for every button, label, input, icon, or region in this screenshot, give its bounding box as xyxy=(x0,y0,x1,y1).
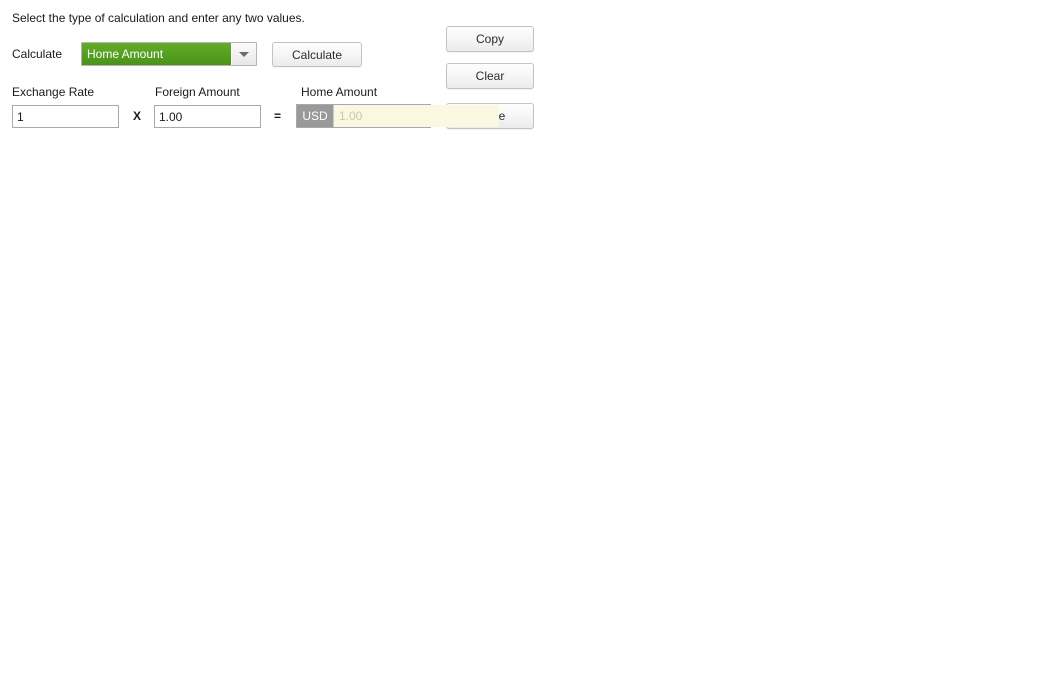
foreign-amount-label: Foreign Amount xyxy=(155,85,240,99)
foreign-amount-input[interactable] xyxy=(154,105,261,128)
exchange-rate-label: Exchange Rate xyxy=(12,85,95,99)
copy-button[interactable]: Copy xyxy=(446,26,534,52)
calculate-type-row: Calculate Home Amount xyxy=(12,42,257,66)
calculate-button[interactable]: Calculate xyxy=(272,42,362,67)
equals-operator: = xyxy=(274,109,282,123)
home-amount-label: Home Amount xyxy=(301,85,378,99)
calculate-label: Calculate xyxy=(12,47,63,61)
clear-button[interactable]: Clear xyxy=(446,63,534,89)
dropdown-toggle-button[interactable] xyxy=(231,43,256,65)
exchange-rate-input[interactable] xyxy=(12,105,119,128)
instruction-text: Select the type of calculation and enter… xyxy=(12,11,305,25)
home-amount-input[interactable] xyxy=(334,105,499,127)
chevron-down-icon xyxy=(239,51,249,57)
home-amount-field[interactable]: USD xyxy=(296,104,499,128)
currency-badge: USD xyxy=(297,105,334,127)
calculation-type-dropdown[interactable]: Home Amount xyxy=(81,42,257,66)
calculation-type-selected-value[interactable]: Home Amount xyxy=(82,43,231,65)
multiply-operator: X xyxy=(133,109,142,123)
